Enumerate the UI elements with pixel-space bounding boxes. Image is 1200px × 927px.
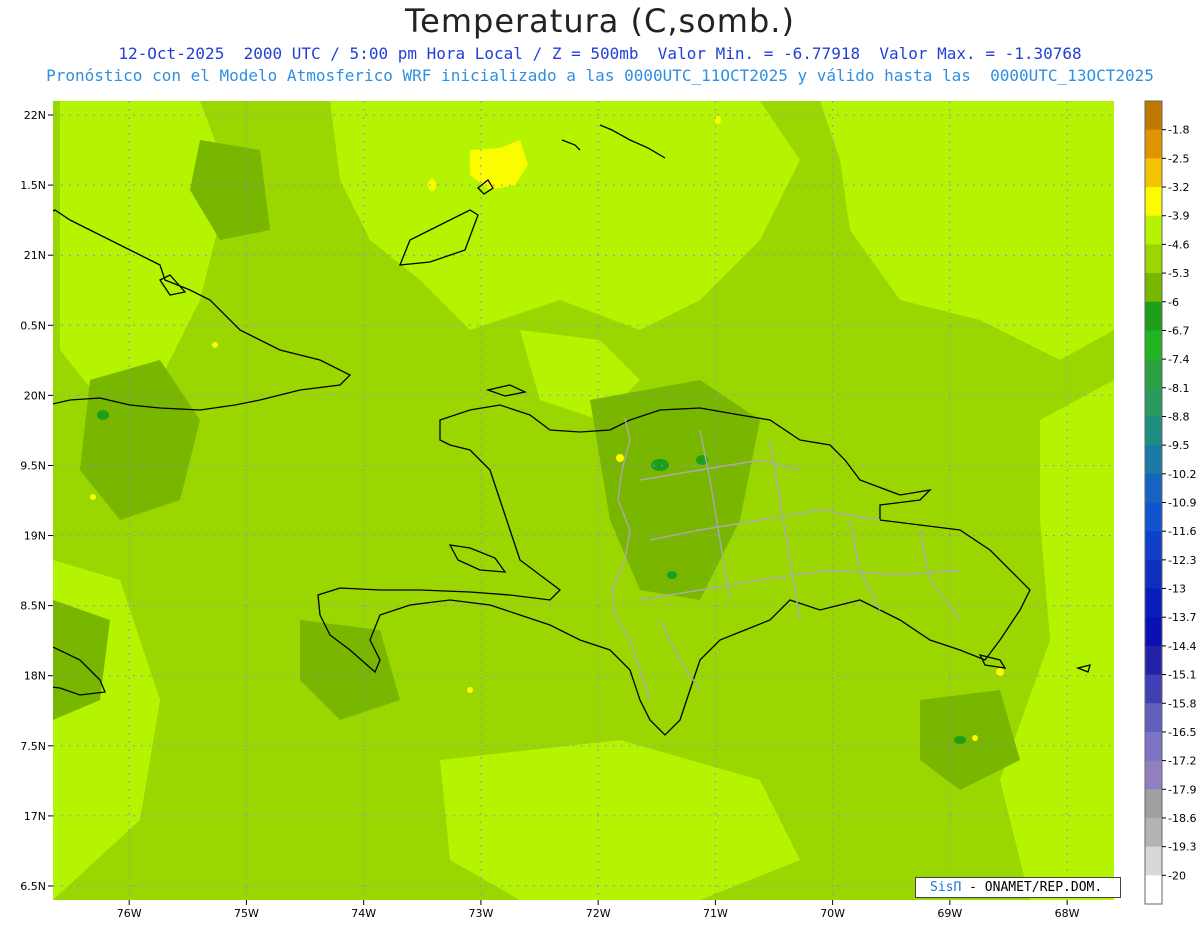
colorbar-label: -10.2 xyxy=(1168,468,1196,481)
colorbar-label: -6 xyxy=(1168,296,1179,309)
yellow-spot-9 xyxy=(90,494,96,500)
longitude-tick-labels: 76W 75W 74W 73W 72W 71W 70W 69W 68W xyxy=(117,900,1080,920)
colorbar-swatch xyxy=(1145,559,1162,590)
lon-tick-label: 75W xyxy=(234,907,259,920)
colorbar-label: -17.9 xyxy=(1168,783,1196,796)
lat-tick-label: 6.5N xyxy=(20,880,46,893)
colorbar-label: -1.8 xyxy=(1168,124,1189,137)
lon-tick-label: 71W xyxy=(703,907,728,920)
colorbar-swatch xyxy=(1145,301,1162,332)
lat-tick-label: 20N xyxy=(24,389,46,402)
colorbar-swatch xyxy=(1145,244,1162,274)
lon-tick-label: 69W xyxy=(937,907,962,920)
colorbar-label: -7.4 xyxy=(1168,353,1189,366)
lon-tick-label: 72W xyxy=(586,907,611,920)
lat-tick-label: 19N xyxy=(24,530,46,543)
colorbar-swatch xyxy=(1145,273,1162,303)
lat-tick-label: 8.5N xyxy=(20,600,46,613)
colorbar-label: -14.4 xyxy=(1168,640,1196,653)
colorbar-swatch xyxy=(1145,101,1162,131)
yellow-spot-5 xyxy=(972,735,978,741)
colorbar-swatch xyxy=(1145,473,1162,504)
lon-tick-label: 76W xyxy=(117,907,142,920)
forecast-map: 22N 1.5N 21N 0.5N 20N 9.5N 19N 8.5N 18N 7.5N 17N 6.… xyxy=(20,100,1196,920)
colorbar-swatch xyxy=(1145,215,1162,245)
colorbar-label: -9.5 xyxy=(1168,439,1189,452)
credit-brand: SisΠ xyxy=(930,880,962,895)
lon-tick-label: 74W xyxy=(351,907,376,920)
colorbar-swatch xyxy=(1145,359,1162,389)
colorbar-swatch xyxy=(1145,445,1162,475)
colorbar-label: -20 xyxy=(1168,869,1186,882)
colorbar-label: -12.3 xyxy=(1168,554,1196,567)
colorbar-label: -15.1 xyxy=(1168,669,1196,682)
colorbar-swatch xyxy=(1145,330,1162,360)
lat-tick-label: 9.5N xyxy=(20,459,46,472)
green-spot-4 xyxy=(97,410,109,420)
colorbar-label: -4.6 xyxy=(1168,238,1189,251)
lat-tick-label: 21N xyxy=(24,249,46,262)
colorbar: -1.8 -2.5 -3.2 -3.9 -4.6 -5.3 -6 -6.7 -7.4 -8.1 -8… xyxy=(1144,100,1196,905)
lat-tick-label: 22N xyxy=(24,109,46,122)
colorbar-label: -13 xyxy=(1168,583,1186,596)
lat-tick-label: 18N xyxy=(24,670,46,683)
colorbar-label: -17.2 xyxy=(1168,755,1196,768)
colorbar-swatch xyxy=(1145,129,1162,159)
colorbar-label: -5.3 xyxy=(1168,267,1189,280)
colorbar-label: -16.5 xyxy=(1168,726,1196,739)
colorbar-swatch xyxy=(1145,731,1162,762)
lon-tick-label: 70W xyxy=(820,907,845,920)
colorbar-swatch xyxy=(1145,158,1162,188)
colorbar-swatch xyxy=(1145,387,1162,418)
yellow-spot-7 xyxy=(715,116,721,124)
lon-tick-label: 68W xyxy=(1055,907,1080,920)
colorbar-label: -2.5 xyxy=(1168,152,1189,165)
colorbar-swatch xyxy=(1145,817,1162,848)
colorbar-swatch xyxy=(1145,531,1162,561)
yellow-spot-3 xyxy=(616,454,624,462)
colorbar-swatch xyxy=(1145,875,1162,905)
lat-tick-label: 0.5N xyxy=(20,319,46,332)
lat-tick-label: 17N xyxy=(24,810,46,823)
yellow-spot-4 xyxy=(996,668,1004,676)
credit-agency: - ONAMET/REP.DOM. xyxy=(961,880,1103,895)
colorbar-label: -6.7 xyxy=(1168,324,1189,337)
yellow-spot-8 xyxy=(212,342,218,348)
colorbar-swatch xyxy=(1145,846,1162,876)
lat-tick-label: 1.5N xyxy=(20,179,46,192)
colorbar-swatch xyxy=(1145,760,1162,790)
colorbar-label: -8.1 xyxy=(1168,382,1189,395)
colorbar-swatch xyxy=(1145,789,1162,819)
green-spot-3 xyxy=(667,571,677,579)
colorbar-label: -3.2 xyxy=(1168,181,1189,194)
lon-tick-label: 73W xyxy=(468,907,493,920)
green-spot-5 xyxy=(954,736,966,744)
colorbar-label: -15.8 xyxy=(1168,697,1196,710)
colorbar-swatch xyxy=(1145,502,1162,532)
colorbar-swatch xyxy=(1145,588,1162,618)
colorbar-swatch xyxy=(1145,645,1162,676)
credit-box: SisΠ - ONAMET/REP.DOM. xyxy=(915,877,1121,898)
colorbar-label: -10.9 xyxy=(1168,497,1196,510)
colorbar-label: -11.6 xyxy=(1168,525,1196,538)
colorbar-label: -18.6 xyxy=(1168,812,1196,825)
colorbar-label: -3.9 xyxy=(1168,210,1189,223)
lat-tick-label: 7.5N xyxy=(20,740,46,753)
colorbar-swatch xyxy=(1145,416,1162,446)
colorbar-swatch xyxy=(1145,617,1162,647)
colorbar-swatch xyxy=(1145,674,1162,704)
colorbar-label: -8.8 xyxy=(1168,410,1189,423)
colorbar-label: -13.7 xyxy=(1168,611,1196,624)
yellow-spot-6 xyxy=(467,687,473,693)
colorbar-swatch xyxy=(1145,703,1162,733)
colorbar-label: -19.3 xyxy=(1168,841,1196,854)
colorbar-swatch xyxy=(1145,187,1162,217)
latitude-tick-labels: 22N 1.5N 21N 0.5N 20N 9.5N 19N 8.5N 18N 7.5N 17N 6.… xyxy=(20,109,53,893)
